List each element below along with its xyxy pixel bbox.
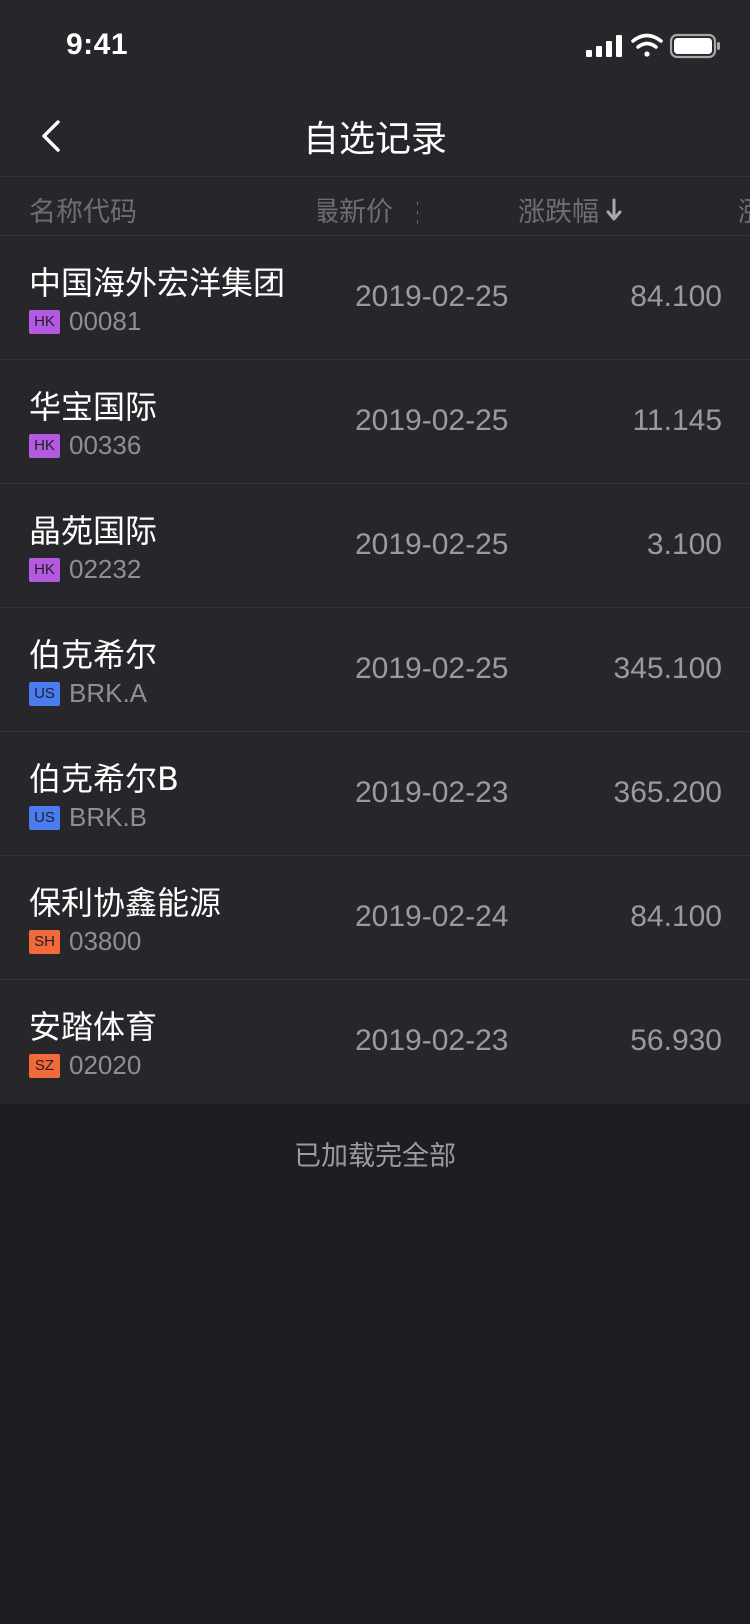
stock-name: 中国海外宏洋集团 xyxy=(29,264,286,302)
record-date: 2019-02-23 xyxy=(355,1024,509,1057)
market-badge: HK xyxy=(29,434,60,458)
stock-row[interactable]: 伯克希尔B US BRK.B 2019-02-23 365.200 xyxy=(0,732,750,856)
stock-row[interactable]: 中国海外宏洋集团 HK 00081 2019-02-25 84.100 xyxy=(0,236,750,360)
record-value: 11.145 xyxy=(632,404,722,437)
header-name-code[interactable]: 名称代码 xyxy=(29,190,137,229)
stock-name: 华宝国际 xyxy=(29,388,158,426)
stock-list: 中国海外宏洋集团 HK 00081 2019-02-25 84.100 华宝国际 HK 003… xyxy=(0,236,750,1104)
header-latest-price[interactable]: 最新价 ⋮ xyxy=(318,190,418,229)
stock-name: 安踏体育 xyxy=(29,1008,158,1046)
header-extra-column[interactable]: 涨 xyxy=(738,190,750,229)
cellular-signal-icon xyxy=(586,35,622,57)
market-badge: US xyxy=(29,682,60,706)
record-value: 84.100 xyxy=(630,280,722,313)
market-badge: HK xyxy=(29,558,60,582)
stock-name: 伯克希尔 xyxy=(29,636,158,674)
market-badge: HK xyxy=(29,310,60,334)
stock-code: 02020 xyxy=(69,1050,142,1080)
stock-code: BRK.B xyxy=(69,802,148,832)
record-date: 2019-02-25 xyxy=(355,528,509,561)
record-value: 345.100 xyxy=(613,652,722,685)
arrow-down-icon xyxy=(606,198,622,220)
header-latest-price-label: 最新价 xyxy=(318,197,393,228)
record-value: 84.100 xyxy=(630,900,722,933)
market-badge: US xyxy=(29,806,60,830)
stock-code: 02232 xyxy=(69,554,142,584)
record-date: 2019-02-25 xyxy=(355,280,509,313)
page-title: 自选记录 xyxy=(302,119,447,160)
stock-row[interactable]: 华宝国际 HK 00336 2019-02-25 11.145 xyxy=(0,360,750,484)
header-change-label: 涨跌幅 xyxy=(518,197,599,228)
record-date: 2019-02-23 xyxy=(355,776,509,809)
more-dots-icon: ⋮ xyxy=(405,197,418,228)
record-date: 2019-02-25 xyxy=(355,404,509,437)
stock-row[interactable]: 晶苑国际 HK 02232 2019-02-25 3.100 xyxy=(0,484,750,608)
status-time: 9:41 xyxy=(66,28,129,61)
stock-row[interactable]: 伯克希尔 US BRK.A 2019-02-25 345.100 xyxy=(0,608,750,732)
status-bar: 9:41 xyxy=(0,0,750,92)
wifi-icon xyxy=(631,33,663,57)
nav-bar: 自选记录 xyxy=(0,92,750,177)
stock-row[interactable]: 安踏体育 SZ 02020 2019-02-23 56.930 xyxy=(0,980,750,1104)
record-value: 365.200 xyxy=(613,776,722,809)
record-date: 2019-02-24 xyxy=(355,900,509,933)
stock-code: 00336 xyxy=(69,430,142,460)
status-icons xyxy=(586,32,722,60)
record-date: 2019-02-25 xyxy=(355,652,509,685)
stock-code: 00081 xyxy=(69,306,142,336)
stock-name: 保利协鑫能源 xyxy=(29,884,222,922)
stock-code: 03800 xyxy=(69,926,142,956)
stock-code: BRK.A xyxy=(69,678,148,708)
header-change-percent[interactable]: 涨跌幅 xyxy=(518,190,625,229)
record-value: 3.100 xyxy=(646,528,722,561)
stock-row[interactable]: 保利协鑫能源 SH 03800 2019-02-24 84.100 xyxy=(0,856,750,980)
stock-name: 晶苑国际 xyxy=(29,512,158,550)
stock-name: 伯克希尔B xyxy=(29,760,179,798)
record-value: 56.930 xyxy=(630,1024,722,1057)
market-badge: SZ xyxy=(29,1054,60,1078)
load-complete-text: 已加载完全部 xyxy=(294,1141,456,1172)
battery-icon xyxy=(669,33,720,59)
market-badge: SH xyxy=(29,930,60,954)
table-header: 名称代码 最新价 ⋮ 涨跌幅 涨 xyxy=(0,177,750,236)
